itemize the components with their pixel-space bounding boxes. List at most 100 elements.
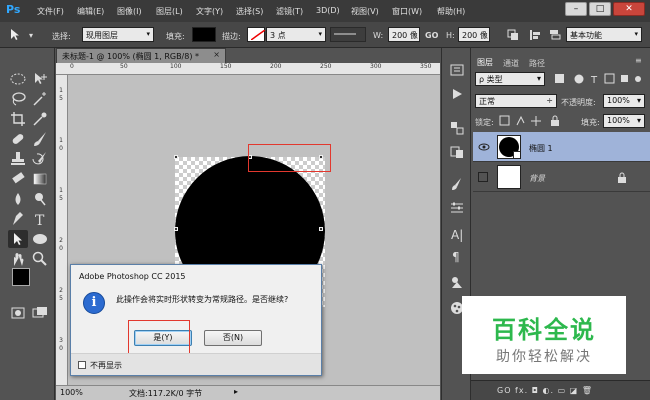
tool-preset-caret[interactable]: ▾ (29, 31, 33, 40)
visibility-eye-icon[interactable] (478, 142, 490, 152)
width-field[interactable]: 200 像 (388, 27, 420, 42)
clone-stamp-tool-icon[interactable] (8, 150, 28, 168)
fill-field[interactable]: 100% ▾ (603, 114, 645, 128)
menu-type[interactable]: 文字(Y) (196, 6, 223, 17)
properties-panel-icon[interactable] (449, 200, 465, 216)
menu-layer[interactable]: 图层(L) (156, 6, 183, 17)
screen-mode-icon[interactable] (30, 304, 50, 322)
lasso-tool-icon[interactable] (8, 90, 28, 108)
layer-filter-icons[interactable]: T (553, 73, 643, 85)
status-menu-arrow[interactable]: ▸ (234, 387, 238, 396)
blend-mode-dropdown[interactable]: 正常 ÷ (475, 94, 557, 108)
hand-tool-icon[interactable] (8, 250, 28, 268)
link-dimensions-icon[interactable]: GO (425, 31, 438, 40)
quick-mask-icon[interactable] (8, 304, 28, 322)
background-layer-thumbnail (497, 165, 521, 189)
adjustments-panel-icon[interactable] (449, 120, 465, 136)
foreground-color-swatch[interactable] (12, 268, 30, 286)
path-alignment-icon[interactable] (528, 28, 542, 42)
dodge-tool-icon[interactable] (30, 190, 50, 208)
zoom-tool-icon[interactable] (30, 250, 50, 268)
panel-menu-icon[interactable]: ≡ (635, 56, 642, 65)
highlight-box-yes (128, 320, 190, 354)
dont-show-checkbox[interactable] (78, 361, 86, 369)
menu-image[interactable]: 图像(I) (117, 6, 142, 17)
tab-channels[interactable]: 通道 (503, 58, 519, 69)
no-button[interactable]: 否(N) (204, 330, 262, 346)
ellipse-tool-icon[interactable] (30, 230, 50, 248)
tab-paths[interactable]: 路径 (529, 58, 545, 69)
visibility-toggle-box[interactable] (478, 172, 488, 182)
transform-handle[interactable] (174, 227, 178, 231)
eyedropper-tool-icon[interactable] (30, 110, 50, 128)
layer-filter-dropdown[interactable]: ρ 类型 ▾ (475, 72, 545, 86)
path-arrangement-icon[interactable] (548, 28, 562, 42)
gradient-tool-icon[interactable] (30, 170, 50, 188)
tab-layers[interactable]: 图层 (477, 57, 493, 68)
opacity-label: 不透明度: (561, 98, 596, 107)
stroke-color-swatch[interactable] (247, 27, 266, 42)
menu-window[interactable]: 窗口(W) (392, 6, 422, 17)
transform-handle[interactable] (319, 227, 323, 231)
transform-handle[interactable] (174, 155, 178, 159)
layer-row-ellipse[interactable]: 椭圆 1 (473, 132, 650, 162)
select-dropdown[interactable]: 现用图层 ▾ (82, 27, 154, 42)
ruler-tick: 5 (59, 195, 63, 202)
menu-edit[interactable]: 编辑(E) (77, 6, 104, 17)
type-tool-icon[interactable]: T (30, 210, 50, 229)
highlight-box-handle (248, 144, 331, 172)
ruler-tick: 1 (59, 87, 63, 94)
svg-text:¶: ¶ (452, 250, 460, 264)
eraser-tool-icon[interactable] (8, 170, 28, 188)
menu-help[interactable]: 帮助(H) (437, 6, 465, 17)
path-selection-tool-icon[interactable] (8, 230, 28, 248)
paragraph-panel-icon[interactable]: ¶ (449, 248, 465, 264)
stroke-width-field[interactable]: 3 点 ▾ (266, 27, 326, 42)
path-selection-tool-icon[interactable] (8, 28, 22, 42)
svg-text:T: T (590, 75, 598, 85)
layers-panel-footer: GO fx. ◘ ◐. ▭ ◪ 🗑 (471, 380, 650, 400)
height-field[interactable]: 200 像 (458, 27, 490, 42)
brush-tool-icon[interactable] (30, 130, 50, 148)
fill-color-swatch[interactable] (192, 27, 216, 42)
document-tab[interactable]: 未标题-1 @ 100% (椭圆 1, RGB/8) * × (56, 48, 226, 63)
magic-wand-tool-icon[interactable] (30, 90, 50, 108)
history-brush-tool-icon[interactable] (30, 150, 50, 168)
clone-source-icon[interactable] (449, 144, 465, 160)
actions-play-icon[interactable] (449, 86, 465, 102)
menu-file[interactable]: 文件(F) (37, 6, 64, 17)
stroke-type-dropdown[interactable] (330, 27, 366, 42)
close-document-icon[interactable]: × (213, 50, 220, 59)
horizontal-ruler: 0 50 100 150 200 250 300 350 (56, 63, 440, 75)
layer-row-background[interactable]: 背景 (473, 162, 650, 192)
zoom-level[interactable]: 100% (60, 388, 83, 397)
healing-brush-tool-icon[interactable] (8, 130, 28, 148)
menu-bar: Ps 文件(F) 编辑(E) 图像(I) 图层(L) 文字(Y) 选择(S) 滤… (0, 0, 650, 22)
marquee-tool-icon[interactable] (8, 70, 28, 88)
character-panel-icon[interactable]: A| (449, 226, 465, 242)
minimize-button[interactable]: – (565, 2, 587, 16)
blur-tool-icon[interactable] (8, 190, 28, 208)
restore-button[interactable]: □ (589, 2, 611, 16)
crop-tool-icon[interactable] (8, 110, 28, 128)
ruler-tick: 300 (370, 63, 382, 70)
menu-select[interactable]: 选择(S) (236, 6, 263, 17)
layer-name[interactable]: 椭圆 1 (529, 143, 553, 154)
tools-panel: T (0, 48, 55, 400)
menu-view[interactable]: 视图(V) (351, 6, 379, 17)
dont-show-label[interactable]: 不再显示 (90, 360, 122, 371)
workspace-dropdown[interactable]: 基本功能 ▾ (566, 27, 642, 42)
move-tool-icon[interactable] (30, 70, 50, 88)
pen-tool-icon[interactable] (8, 210, 28, 228)
lock-icons[interactable] (499, 115, 565, 127)
info-panel-icon[interactable] (449, 274, 465, 290)
path-operations-icon[interactable] (506, 28, 520, 42)
layer-actions[interactable]: GO fx. ◘ ◐. ▭ ◪ 🗑 (497, 386, 593, 395)
close-window-button[interactable]: ✕ (613, 2, 645, 16)
layer-name[interactable]: 背景 (529, 173, 545, 184)
history-panel-icon[interactable] (449, 62, 465, 78)
menu-3d[interactable]: 3D(D) (316, 6, 340, 15)
brush-presets-icon[interactable] (449, 176, 465, 192)
opacity-field[interactable]: 100% ▾ (603, 94, 645, 108)
menu-filter[interactable]: 滤镜(T) (276, 6, 303, 17)
